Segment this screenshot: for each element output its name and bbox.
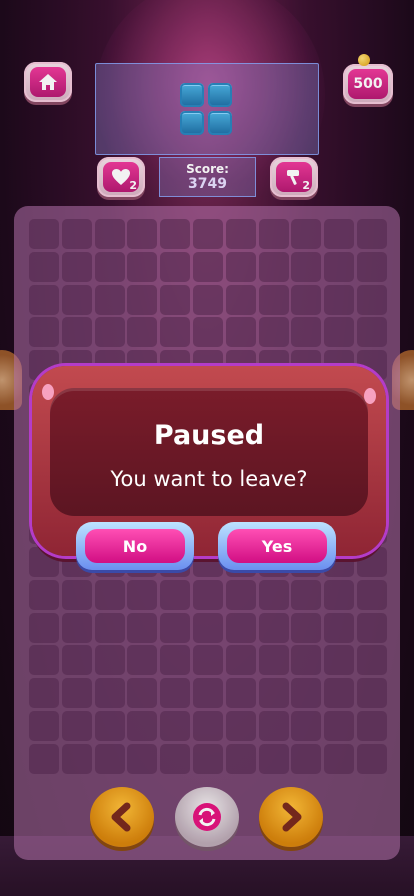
dialog-decoration [364,388,376,404]
yes-button-label: Yes [227,529,327,563]
no-button-label: No [85,529,185,563]
dialog-message: You want to leave? [110,467,308,491]
dialog-decoration [42,384,54,400]
dialog-title: Paused [153,420,265,451]
yes-button[interactable]: Yes [218,522,336,570]
no-button[interactable]: No [76,522,194,570]
dialog-inner-panel [50,388,368,516]
